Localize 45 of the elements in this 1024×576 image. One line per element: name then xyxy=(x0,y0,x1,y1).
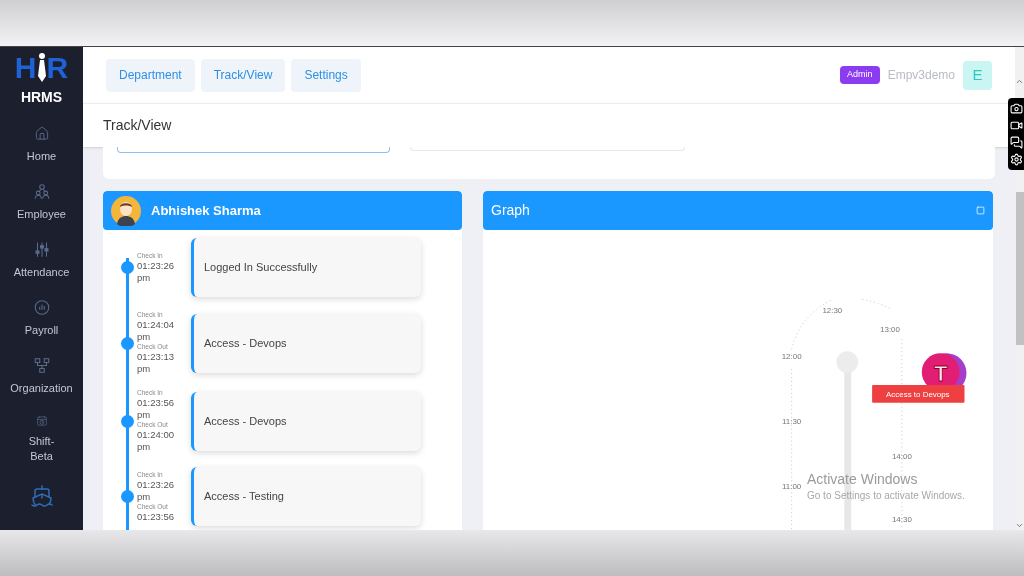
activity-message: Access - Devops xyxy=(204,413,287,429)
time-label: 12:00 xyxy=(781,352,802,362)
time-slider-knob xyxy=(836,351,859,374)
avatar-icon xyxy=(111,195,141,226)
tie-icon xyxy=(36,53,47,84)
time-label: 11:00 xyxy=(782,482,802,492)
employee-name: Abhishek Sharma xyxy=(151,201,261,220)
activity-message: Access - Devops xyxy=(204,335,287,351)
maximize-icon[interactable] xyxy=(976,206,985,215)
logo: H R HRMS xyxy=(14,50,69,108)
sidebar-nav-item[interactable]: Attendance xyxy=(0,230,83,289)
panel-title: Graph xyxy=(491,201,530,220)
tooltip: Access to Devops xyxy=(872,384,965,403)
watermark-title: Activate Windows xyxy=(807,470,919,488)
role-badge: Admin xyxy=(840,66,880,84)
camera-icon[interactable] xyxy=(1009,102,1023,115)
time-label: 13:00 xyxy=(880,325,900,335)
watermark-subtitle: Go to Settings to activate Windows. xyxy=(807,489,965,503)
time-label: 12:30 xyxy=(822,306,843,316)
check-in-time: 01:24:04 pm xyxy=(137,319,175,343)
input-field[interactable] xyxy=(117,147,390,153)
sidebar-nav-item[interactable]: Payroll xyxy=(0,288,83,347)
video-icon[interactable] xyxy=(1009,119,1023,132)
page-title: Track/View xyxy=(103,116,172,135)
settings-icon[interactable] xyxy=(1009,153,1023,166)
time-label: 14:00 xyxy=(891,452,912,462)
sidebar-nav-item[interactable]: Home xyxy=(0,114,83,173)
scroll-down-icon[interactable] xyxy=(1015,521,1024,530)
scroll-up-icon[interactable] xyxy=(1015,77,1024,86)
activity-message: Logged In Successfully xyxy=(204,260,318,276)
check-out-time: 01:23:56 xyxy=(137,510,174,523)
time-label: 11:30 xyxy=(782,416,802,426)
scroll-thumb[interactable] xyxy=(1015,192,1024,345)
check-in-time: 01:23:56 pm xyxy=(137,397,175,421)
time-label: 14:30 xyxy=(891,515,912,525)
check-out-time: 01:23:13 pm xyxy=(137,351,175,375)
sidebar-nav-item[interactable]: Shift-Beta xyxy=(0,404,83,472)
check-out-time: 01:24:00 pm xyxy=(137,429,175,453)
sidebar-nav-item[interactable]: Organization xyxy=(0,346,83,405)
chat-icon[interactable] xyxy=(1009,136,1023,149)
check-in-time: 01:23:26 pm xyxy=(137,259,175,284)
username: Empv3demo xyxy=(887,67,955,84)
activity-message: Access - Testing xyxy=(204,489,284,505)
check-in-time: 01:23:26 pm xyxy=(137,478,175,503)
sidebar-nav-item[interactable]: Employee xyxy=(0,172,83,231)
